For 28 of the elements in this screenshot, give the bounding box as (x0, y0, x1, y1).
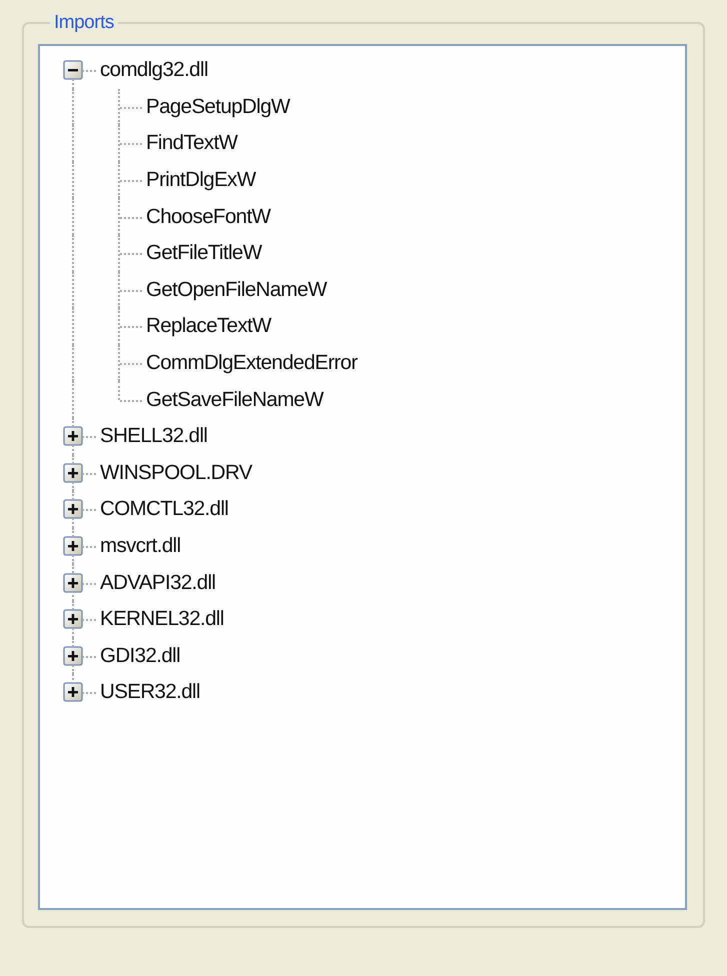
group-title: Imports (53, 12, 115, 34)
expand-icon[interactable] (63, 426, 83, 446)
tree-item[interactable]: FindTextW (142, 131, 238, 156)
expand-icon[interactable] (63, 682, 83, 702)
tree-item[interactable]: comdlg32.dll (96, 58, 208, 82)
tree-item[interactable]: PageSetupDlgW (142, 94, 290, 119)
tree-item[interactable]: COMCTL32.dll (96, 497, 228, 522)
tree-item[interactable]: KERNEL32.dll (96, 607, 224, 632)
tree-item[interactable]: ReplaceTextW (142, 314, 271, 338)
tree-item[interactable]: msvcrt.dll (96, 534, 181, 558)
tree-item[interactable]: PrintDlgExW (142, 168, 256, 192)
tree-item[interactable]: ADVAPI32.dll (96, 570, 216, 595)
expand-icon[interactable] (63, 462, 83, 483)
tree-item[interactable]: GDI32.dll (96, 644, 180, 668)
expand-icon[interactable] (63, 536, 83, 556)
tree-item[interactable]: SHELL32.dll (96, 424, 208, 448)
expand-icon[interactable] (63, 572, 83, 593)
tree-item[interactable]: ChooseFontW (142, 204, 270, 229)
expand-icon[interactable] (63, 646, 83, 666)
tree-item[interactable]: GetOpenFileNameW (142, 278, 327, 302)
tree-item[interactable]: CommDlgExtendedError (142, 351, 358, 376)
tree-item[interactable]: WINSPOOL.DRV (96, 460, 252, 485)
tree-item[interactable]: GetSaveFileNameW (142, 388, 324, 412)
tree-item[interactable]: USER32.dll (96, 680, 200, 704)
expand-icon[interactable] (63, 609, 83, 630)
tree-item[interactable]: GetFileTitleW (142, 241, 262, 266)
expand-icon[interactable] (63, 499, 83, 520)
collapse-icon[interactable] (63, 60, 83, 80)
